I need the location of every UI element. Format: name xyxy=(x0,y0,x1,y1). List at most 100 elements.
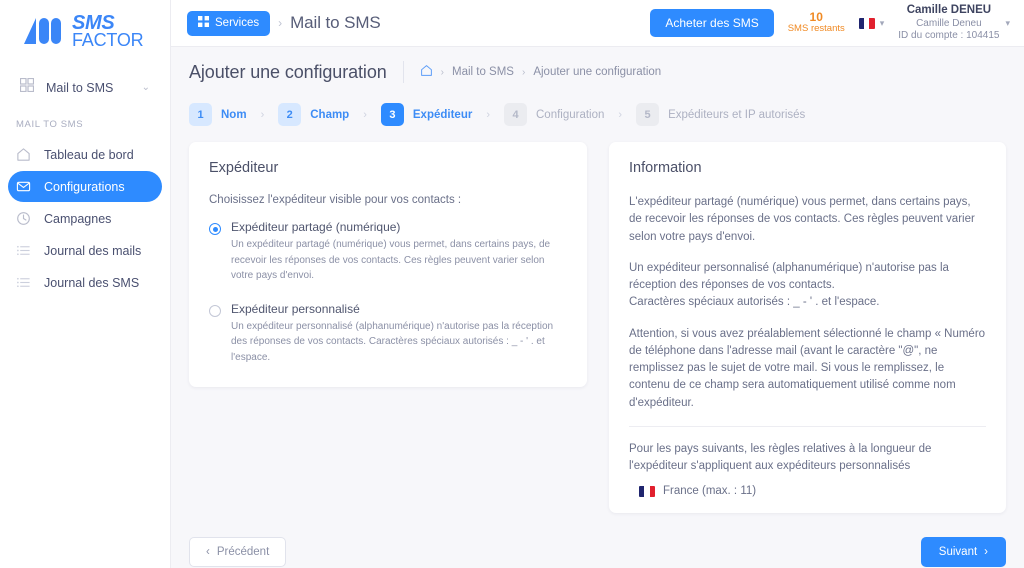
wizard-navigation: ‹ Précédent Suivant › xyxy=(171,513,1024,568)
previous-button-label: Précédent xyxy=(216,546,270,559)
envelope-icon xyxy=(16,179,33,194)
grid-icon xyxy=(19,77,36,97)
step-arrow-icon: › xyxy=(260,108,265,121)
clock-icon xyxy=(16,211,33,226)
account-menu[interactable]: Camille DENEU Camille Deneu ID du compte… xyxy=(898,3,1010,42)
wizard-step-5[interactable]: 5 Expéditeurs et IP autorisés xyxy=(636,103,805,126)
breadcrumb-item-current[interactable]: Ajouter une configuration xyxy=(533,66,661,78)
sidebar-item-journal-des-sms[interactable]: Journal des SMS xyxy=(8,267,162,298)
sms-credits-value: 10 xyxy=(809,9,823,24)
divider xyxy=(629,425,986,427)
app-root: SMS FACTOR Mail to SMS ⌄ MAIL TO SMS Tab… xyxy=(0,0,1024,568)
buy-sms-button[interactable]: Acheter des SMS xyxy=(650,9,774,37)
information-paragraph-1: L'expéditeur partagé (numérique) vous pe… xyxy=(629,196,975,243)
services-button[interactable]: Services xyxy=(187,10,271,36)
content-area: Expéditeur Choisissez l'expéditeur visib… xyxy=(171,126,1024,514)
step-label: Nom xyxy=(221,108,247,121)
sender-option-custom[interactable]: Expéditeur personnalisé Un expéditeur pe… xyxy=(209,302,567,366)
chevron-left-icon: ‹ xyxy=(206,546,210,559)
sms-factor-logo-icon xyxy=(24,18,61,44)
divider xyxy=(402,61,404,83)
sender-card-lead: Choisissez l'expéditeur visible pour vos… xyxy=(209,194,462,206)
topbar-title: Mail to SMS xyxy=(290,13,381,32)
wizard-step-2[interactable]: 2 Champ xyxy=(278,103,349,126)
country-rule-label: France (max. : 11) xyxy=(663,485,757,498)
wizard-step-4[interactable]: 4 Configuration xyxy=(504,103,604,126)
breadcrumb-item-mail-to-sms[interactable]: Mail to SMS xyxy=(452,66,514,78)
list-icon xyxy=(16,243,33,258)
page-header: Ajouter une configuration › Mail to SMS … xyxy=(171,47,1024,95)
sidebar-section-title: MAIL TO SMS xyxy=(16,119,84,130)
service-switcher-label: Mail to SMS xyxy=(46,80,114,95)
sidebar: SMS FACTOR Mail to SMS ⌄ MAIL TO SMS Tab… xyxy=(0,0,171,568)
sender-card: Expéditeur Choisissez l'expéditeur visib… xyxy=(189,142,587,387)
sidebar-item-label: Journal des SMS xyxy=(44,275,140,290)
next-button[interactable]: Suivant › xyxy=(920,537,1006,568)
country-rule-france: France (max. : 11) xyxy=(629,485,986,497)
step-arrow-icon: › xyxy=(486,108,490,121)
step-number: 1 xyxy=(189,103,212,126)
service-switcher[interactable]: Mail to SMS ⌄ xyxy=(14,72,156,103)
services-button-label: Services xyxy=(215,17,260,29)
account-subname: Camille Deneu xyxy=(916,17,982,29)
radio-custom-description: Un expéditeur personnalisé (alphanumériq… xyxy=(231,320,554,363)
brand-name-secondary: FACTOR xyxy=(72,30,144,50)
radio-shared[interactable] xyxy=(209,223,221,235)
radio-shared-label: Expéditeur partagé (numérique) xyxy=(231,220,401,234)
sender-option-shared[interactable]: Expéditeur partagé (numérique) Un expédi… xyxy=(209,220,567,284)
information-paragraph-2: Un expéditeur personnalisé (alphanumériq… xyxy=(629,261,949,309)
france-flag-icon xyxy=(639,485,655,497)
sidebar-item-label: Campagnes xyxy=(44,211,112,226)
sidebar-item-label: Tableau de bord xyxy=(44,147,134,162)
page-title: Ajouter une configuration xyxy=(189,61,387,82)
home-icon[interactable] xyxy=(420,64,433,80)
step-label: Champ xyxy=(310,108,350,121)
topbar-breadcrumb-separator: › xyxy=(278,16,283,30)
breadcrumb: › Mail to SMS › Ajouter une configuratio… xyxy=(420,64,661,80)
list-icon xyxy=(16,275,33,290)
chevron-down-icon: ▾ xyxy=(1005,17,1010,28)
next-button-label: Suivant xyxy=(938,546,978,559)
step-label: Expéditeur xyxy=(412,108,473,121)
sms-credits: 10 SMS restants xyxy=(787,9,845,36)
main-area: Services › Mail to SMS Acheter des SMS 1… xyxy=(171,0,1024,568)
top-bar: Services › Mail to SMS Acheter des SMS 1… xyxy=(171,0,1024,47)
step-arrow-icon: › xyxy=(618,108,623,121)
sidebar-item-label: Configurations xyxy=(44,179,125,194)
step-number: 2 xyxy=(278,103,302,126)
language-selector[interactable]: ▾ xyxy=(858,17,884,29)
wizard-step-3[interactable]: 3 Expéditeur xyxy=(380,103,473,126)
sidebar-item-configurations[interactable]: Configurations xyxy=(8,171,162,202)
step-number: 5 xyxy=(636,103,660,126)
information-card-heading: Information xyxy=(629,160,702,176)
step-label: Expéditeurs et IP autorisés xyxy=(668,108,806,121)
radio-custom-label: Expéditeur personnalisé xyxy=(231,301,360,316)
france-flag-icon xyxy=(858,17,875,29)
account-name: Camille DENEU xyxy=(906,4,992,17)
wizard-step-1[interactable]: 1 Nom xyxy=(189,103,247,126)
wizard-steps: 1 Nom › 2 Champ › 3 Expéditeur › 4 Confi… xyxy=(171,95,1024,126)
radio-custom[interactable] xyxy=(209,304,221,317)
step-number: 3 xyxy=(380,103,404,126)
breadcrumb-separator: › xyxy=(521,66,526,78)
sidebar-item-tableau-de-bord[interactable]: Tableau de bord xyxy=(8,139,162,170)
chevron-down-icon: ⌄ xyxy=(141,82,150,93)
account-id: ID du compte : 104415 xyxy=(898,30,1000,42)
sidebar-item-label: Journal des mails xyxy=(44,243,142,258)
sidebar-item-campagnes[interactable]: Campagnes xyxy=(8,203,162,234)
home-icon xyxy=(16,147,33,162)
countries-intro: Pour les pays suivants, les règles relat… xyxy=(629,442,932,472)
previous-button[interactable]: ‹ Précédent xyxy=(189,537,287,568)
breadcrumb-separator: › xyxy=(440,66,444,78)
sidebar-item-journal-des-mails[interactable]: Journal des mails xyxy=(8,235,162,266)
radio-shared-description: Un expéditeur partagé (numérique) vous p… xyxy=(231,239,551,281)
information-card: Information L'expéditeur partagé (numéri… xyxy=(609,142,1006,514)
step-label: Configuration xyxy=(536,108,605,121)
sender-card-heading: Expéditeur xyxy=(209,160,279,176)
grid-icon xyxy=(198,16,209,30)
step-number: 4 xyxy=(504,103,527,126)
brand-logo[interactable]: SMS FACTOR xyxy=(0,0,170,52)
chevron-right-icon: › xyxy=(984,546,988,559)
sms-credits-label: SMS restants xyxy=(787,23,845,35)
topbar-right-group: Acheter des SMS 10 SMS restants ▾ Camill… xyxy=(650,3,1010,42)
